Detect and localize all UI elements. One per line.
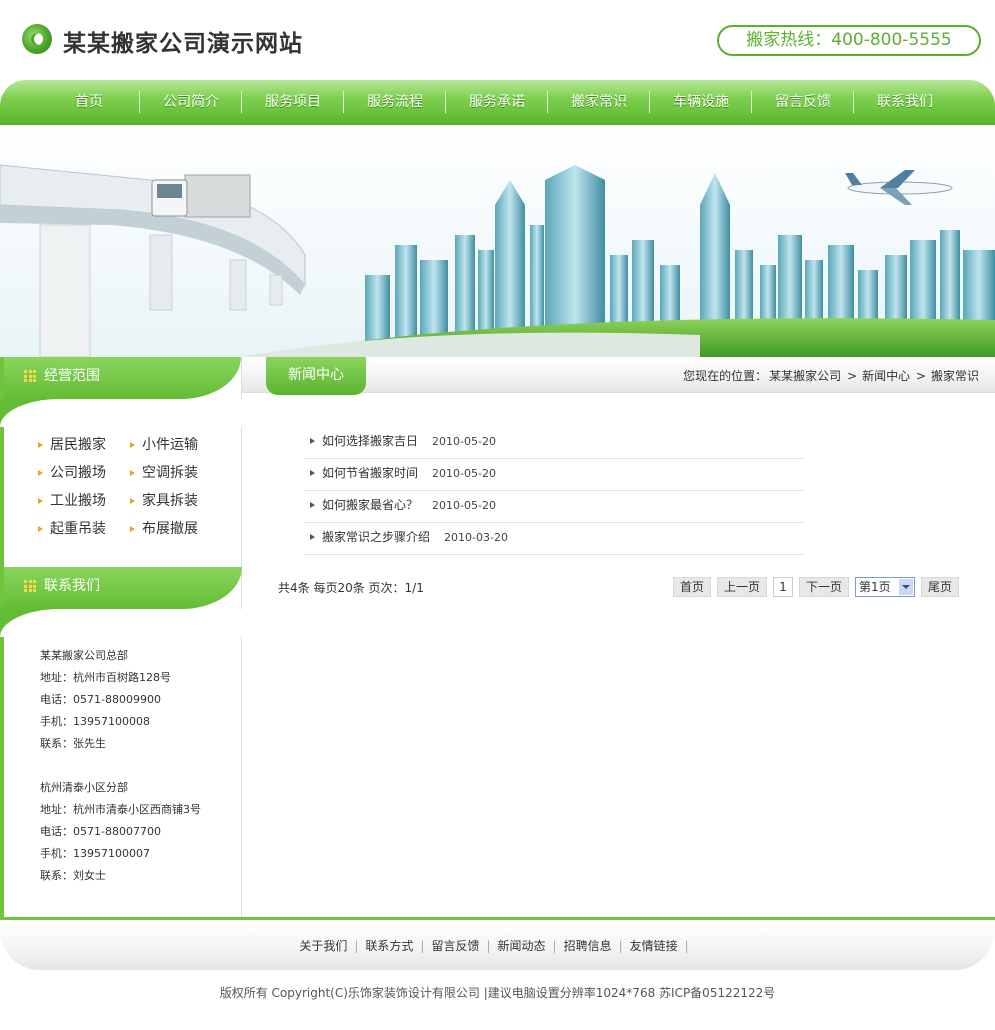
contact-title: 联系我们 xyxy=(44,578,100,594)
site-header: 某某搬家公司演示网站 搬家热线：400-800-5555 xyxy=(0,0,995,80)
divider xyxy=(0,399,246,427)
breadcrumb-current[interactable]: 搬家常识 xyxy=(931,369,979,383)
content-header-bar: 新闻中心 您现在的位置： 某某搬家公司 > 新闻中心 > 搬家常识 xyxy=(242,357,995,395)
service-item-industrial[interactable]: 工业搬场 xyxy=(36,491,128,511)
branch-contact: 联系：张先生 xyxy=(40,737,106,750)
services-list: 居民搬家 小件运输 公司搬场 空调拆装 工业搬场 家具拆装 起重吊装 布展撤展 xyxy=(4,427,241,539)
prev-page-button[interactable]: 上一页 xyxy=(716,577,767,597)
list-item[interactable]: 搬家常识之步骤介绍 2010-03-20 xyxy=(304,523,804,555)
breadcrumb-prefix: 您现在的位置： xyxy=(683,369,768,383)
footer-separator: | xyxy=(486,939,491,953)
nav-item-feedback[interactable]: 留言反馈 xyxy=(752,80,854,125)
main-nav: 首页 公司简介 服务项目 服务流程 服务承诺 搬家常识 车辆设施 留言反馈 联系… xyxy=(0,80,995,125)
breadcrumb-home[interactable]: 某某搬家公司 xyxy=(769,369,841,383)
main-content: 新闻中心 您现在的位置： 某某搬家公司 > 新闻中心 > 搬家常识 如何选择搬家吉日 2… xyxy=(242,357,995,917)
news-title[interactable]: 如何节省搬家时间 xyxy=(322,466,418,480)
services-title: 经营范围 xyxy=(44,368,100,384)
service-item-small-goods[interactable]: 小件运输 xyxy=(128,435,220,455)
banner-illustration xyxy=(0,125,995,357)
hero-banner xyxy=(0,125,995,357)
list-item[interactable]: 如何选择搬家吉日 2010-05-20 xyxy=(304,427,804,459)
breadcrumb: 您现在的位置： 某某搬家公司 > 新闻中心 > 搬家常识 xyxy=(681,367,979,384)
grid-dots-icon xyxy=(24,580,36,592)
branch-phone: 电话：0571-88007700 xyxy=(40,825,161,838)
nav-item-process[interactable]: 服务流程 xyxy=(344,80,446,125)
contact-section: 联系我们 某某搬家公司总部 地址：杭州市百树路128号 电话：0571-8800… xyxy=(0,567,246,887)
service-item-hoisting[interactable]: 起重吊装 xyxy=(36,519,128,539)
news-date: 2010-05-20 xyxy=(432,499,496,512)
branch-name: 杭州清泰小区分部 xyxy=(40,781,128,794)
next-page-button[interactable]: 下一页 xyxy=(798,577,849,597)
footer-link-feedback[interactable]: 留言反馈 xyxy=(431,939,479,953)
news-date: 2010-03-20 xyxy=(444,531,508,544)
hotline-badge: 搬家热线：400-800-5555 xyxy=(717,25,981,56)
list-item[interactable]: 如何搬家最省心？ 2010-05-20 xyxy=(304,491,804,523)
page-select[interactable]: 第1页 xyxy=(854,577,915,597)
left-sidebar: 经营范围 居民搬家 小件运输 公司搬场 空调拆装 工业搬场 家具拆装 起重吊装 … xyxy=(0,357,246,917)
service-item-exhibition[interactable]: 布展撤展 xyxy=(128,519,220,539)
footer-separator: | xyxy=(618,939,623,953)
logo-icon[interactable] xyxy=(22,24,52,54)
tab-news-center[interactable]: 新闻中心 xyxy=(266,357,366,395)
news-date: 2010-05-20 xyxy=(432,435,496,448)
contact-details: 某某搬家公司总部 地址：杭州市百树路128号 电话：0571-88009900 … xyxy=(4,637,242,887)
breadcrumb-separator: > xyxy=(847,369,858,383)
contact-heading: 联系我们 xyxy=(4,567,242,609)
truck-icon xyxy=(151,174,251,218)
first-page-button[interactable]: 首页 xyxy=(672,577,711,597)
chevron-down-icon[interactable] xyxy=(898,579,913,595)
branch-contact: 联系：刘女士 xyxy=(40,869,106,882)
nav-item-about[interactable]: 公司简介 xyxy=(140,80,242,125)
services-heading: 经营范围 xyxy=(4,357,241,399)
footer-separator: | xyxy=(552,939,557,953)
branch-phone: 电话：0571-88009900 xyxy=(40,693,161,706)
breadcrumb-news[interactable]: 新闻中心 xyxy=(862,369,910,383)
branch-mobile: 手机：13957100008 xyxy=(40,715,150,728)
service-item-furniture[interactable]: 家具拆装 xyxy=(128,491,220,511)
footer-link-contact[interactable]: 联系方式 xyxy=(365,939,413,953)
page-number[interactable]: 1 xyxy=(772,577,793,597)
breadcrumb-separator: > xyxy=(915,369,926,383)
nav-item-home[interactable]: 首页 xyxy=(38,80,140,125)
service-item-office[interactable]: 公司搬场 xyxy=(36,463,128,483)
pagination-info: 共4条 每页20条 页次：1/1 xyxy=(278,581,424,595)
footer-separator: | xyxy=(354,939,359,953)
list-item[interactable]: 如何节省搬家时间 2010-05-20 xyxy=(304,459,804,491)
footer-links: 关于我们 | 联系方式 | 留言反馈 | 新闻动态 | 招聘信息 | 友情链接 | xyxy=(0,920,995,970)
pagination: 首页 上一页 1 下一页 第1页 尾页 xyxy=(672,577,959,597)
nav-item-promise[interactable]: 服务承诺 xyxy=(446,80,548,125)
branch-address: 地址：杭州市百树路128号 xyxy=(40,671,171,684)
page-select-value: 第1页 xyxy=(858,580,891,594)
news-date: 2010-05-20 xyxy=(432,467,496,480)
service-item-aircon[interactable]: 空调拆装 xyxy=(128,463,220,483)
divider xyxy=(0,609,246,637)
footer-link-jobs[interactable]: 招聘信息 xyxy=(564,939,612,953)
nav-item-services[interactable]: 服务项目 xyxy=(242,80,344,125)
news-list: 如何选择搬家吉日 2010-05-20 如何节省搬家时间 2010-05-20 如何… xyxy=(304,427,804,555)
grid-dots-icon xyxy=(24,370,36,382)
nav-item-knowledge[interactable]: 搬家常识 xyxy=(548,80,650,125)
nav-item-vehicles[interactable]: 车辆设施 xyxy=(650,80,752,125)
branch-mobile: 手机：13957100007 xyxy=(40,847,150,860)
news-title[interactable]: 搬家常识之步骤介绍 xyxy=(322,530,430,544)
copyright: 版权所有 Copyright(C)乐饰家装饰设计有限公司 |建议电脑设置分辨率1… xyxy=(219,986,776,1000)
footer-link-about[interactable]: 关于我们 xyxy=(299,939,347,953)
news-title[interactable]: 如何搬家最省心？ xyxy=(322,498,418,512)
footer-link-news[interactable]: 新闻动态 xyxy=(498,939,546,953)
news-title[interactable]: 如何选择搬家吉日 xyxy=(322,434,418,448)
service-item-residential[interactable]: 居民搬家 xyxy=(36,435,128,455)
footer-link-friends[interactable]: 友情链接 xyxy=(630,939,678,953)
footer-separator: | xyxy=(420,939,425,953)
branch-name: 某某搬家公司总部 xyxy=(40,649,128,662)
branch-address: 地址：杭州市清泰小区西商铺3号 xyxy=(40,803,201,816)
footer-separator: | xyxy=(684,939,689,953)
site-title[interactable]: 某某搬家公司演示网站 xyxy=(63,24,303,58)
last-page-button[interactable]: 尾页 xyxy=(920,577,959,597)
nav-item-contact[interactable]: 联系我们 xyxy=(854,80,956,125)
